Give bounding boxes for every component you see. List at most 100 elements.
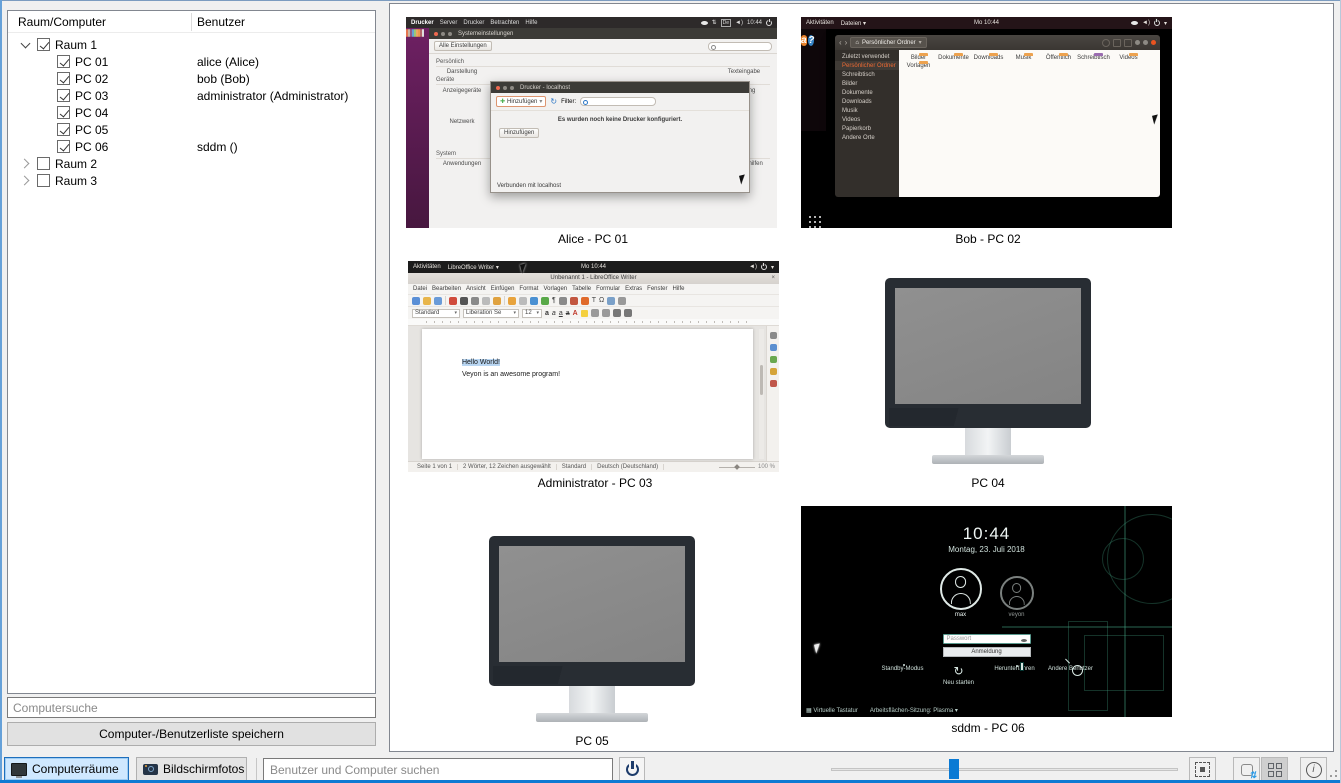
- tree-row-user: alice (Alice): [197, 55, 259, 69]
- status-item: Deutsch (Deutschland): [592, 464, 664, 470]
- autofit-icon-size-button[interactable]: [1189, 757, 1216, 782]
- highlight-color-icon: [581, 310, 588, 317]
- checkbox[interactable]: [57, 106, 70, 119]
- folder-item: Musik: [1006, 55, 1041, 61]
- filter-label: Filter:: [561, 99, 576, 105]
- computer-thumbnail-pc04[interactable]: PC 04: [801, 261, 1175, 490]
- sidebar-item: Persönlicher Ordner: [835, 61, 899, 70]
- headerbar-actions: [1102, 39, 1156, 47]
- checkbox[interactable]: [57, 89, 70, 102]
- strikethrough-icon: a: [566, 309, 570, 318]
- save-icon: [434, 297, 442, 305]
- folder-item: Öffentlich: [1041, 55, 1076, 61]
- tree-column-room-header[interactable]: Raum/Computer: [18, 15, 106, 29]
- tree-row-pc-06[interactable]: PC 06 sddm (): [8, 138, 375, 155]
- text-box-icon: T: [592, 297, 596, 305]
- tree-column-separator[interactable]: [191, 13, 192, 31]
- help-icon: ?: [808, 35, 814, 46]
- chevron-down-icon[interactable]: [20, 39, 32, 51]
- refresh-icon: ↻: [550, 97, 557, 106]
- monitor-base: [932, 455, 1044, 464]
- computer-thumbnail-pc02[interactable]: Mo 10:44 Aktivitäten Dateien ▾ ◄) ▾ a ?: [801, 17, 1175, 246]
- tree-row-pc-01[interactable]: PC 01 alice (Alice): [8, 53, 375, 70]
- volume-icon: ◄): [1142, 20, 1150, 26]
- menu-item: Hilfe: [673, 286, 685, 292]
- computer-search-input[interactable]: [7, 697, 376, 718]
- save-computer-list-button[interactable]: Computer-/Benutzerliste speichern: [7, 722, 376, 746]
- files-window: ‹ › ⌂Persönlicher Ordner▾ Zuletzt verwen…: [835, 35, 1160, 197]
- printer-dialog: Drucker - localhost ✚Hinzufügen▾ ↻ Filte…: [490, 81, 750, 193]
- computer-thumbnail-pc03[interactable]: Mo 10:44 Aktivitäten LibreOffice Writer …: [408, 261, 782, 490]
- menu-item: Datei: [413, 286, 427, 292]
- menu-item: Betrachten: [490, 20, 519, 26]
- computer-thumbnail-pc05[interactable]: PC 05: [405, 519, 779, 748]
- computer-tree-panel: Raum/Computer Benutzer Raum 1 PC 01 alic…: [7, 10, 376, 694]
- align-to-grid-button[interactable]: [1261, 757, 1288, 782]
- shutdown-action: Herunterfahren: [992, 664, 1038, 687]
- sidebar-item: Dokumente: [835, 88, 899, 97]
- tree-row-label: PC 05: [75, 123, 108, 137]
- icon-size-slider[interactable]: [831, 757, 1178, 781]
- zoom-controls: 100 %: [719, 464, 775, 470]
- custom-arrangement-button[interactable]: [1233, 757, 1260, 782]
- special-character-icon: Ω: [599, 297, 604, 305]
- tree-row-raum-2[interactable]: Raum 2: [8, 155, 375, 172]
- chevron-right-icon[interactable]: [20, 175, 32, 187]
- password-placeholder: Passwort: [947, 636, 972, 642]
- checkbox[interactable]: [57, 123, 70, 136]
- computer-thumbnail-pc01[interactable]: DruckerServerDruckerBetrachtenHilfe ⇅ De…: [406, 17, 780, 246]
- tree-column-user-header[interactable]: Benutzer: [197, 15, 245, 29]
- power-icon: [625, 762, 640, 777]
- screenshot-pc03: Mo 10:44 Aktivitäten LibreOffice Writer …: [408, 261, 779, 472]
- app-grid-icon: [809, 216, 811, 218]
- tree-row-pc-02[interactable]: PC 02 bob (Bob): [8, 70, 375, 87]
- spelling-icon: [541, 297, 549, 305]
- tree-row-raum-3[interactable]: Raum 3: [8, 172, 375, 189]
- checkbox[interactable]: [37, 157, 50, 170]
- zoom-slider-handle[interactable]: [949, 759, 959, 779]
- monitor-icon: [885, 278, 1091, 464]
- tree-row-pc-03[interactable]: PC 03 administrator (Administrator): [8, 87, 375, 104]
- computer-thumbnail-pc06[interactable]: 10:44 Montag, 23. Juli 2018 max veyon Pa…: [801, 506, 1175, 735]
- all-settings-button: Alle Einstellungen: [434, 41, 492, 51]
- computer-rooms-button[interactable]: Computerräume: [4, 757, 129, 781]
- close-icon: [1151, 40, 1156, 45]
- monitor-stand: [569, 686, 615, 713]
- resize-grip[interactable]: [1335, 775, 1337, 777]
- tree-row-label: PC 03: [75, 89, 108, 103]
- checkbox[interactable]: [37, 38, 50, 51]
- power-control-button[interactable]: [619, 757, 645, 781]
- about-button[interactable]: [1300, 757, 1327, 782]
- section-label: Persönlich: [436, 59, 770, 67]
- tree-row-user: sddm (): [197, 140, 238, 154]
- user-computer-search-input[interactable]: [263, 758, 613, 781]
- camera-icon: [143, 764, 158, 775]
- filter-field: [580, 97, 656, 106]
- numbered-list-icon: [602, 309, 610, 317]
- menu-item: Tabelle: [572, 286, 591, 292]
- power-icon: [766, 20, 772, 26]
- redo-icon: [519, 297, 527, 305]
- italic-icon: a: [552, 309, 556, 318]
- checkbox[interactable]: [57, 72, 70, 85]
- files-content: Bilder Dokumente Downloads Musik Öffentl…: [899, 50, 1160, 197]
- checkbox[interactable]: [37, 174, 50, 187]
- footnote-icon: [618, 297, 626, 305]
- slider-groove[interactable]: [831, 768, 1178, 771]
- chevron-right-icon[interactable]: [20, 158, 32, 170]
- screenshots-button[interactable]: Bildschirmfotos: [136, 757, 247, 781]
- tree-row-pc-05[interactable]: PC 05: [8, 121, 375, 138]
- network-icon: ⇅: [712, 19, 717, 26]
- align-center-icon: [624, 309, 632, 317]
- home-icon: ⌂: [855, 40, 859, 46]
- button-label: Bildschirmfotos: [163, 762, 244, 776]
- monitor-icon: [489, 536, 695, 722]
- checkbox[interactable]: [57, 140, 70, 153]
- checkbox[interactable]: [57, 55, 70, 68]
- sidebar-item: Andere Orte: [835, 133, 899, 142]
- export-pdf-icon: [449, 297, 457, 305]
- tree-row-raum-1[interactable]: Raum 1: [8, 36, 375, 53]
- login-button: Anmeldung: [943, 647, 1031, 657]
- amazon-icon: a: [801, 35, 807, 46]
- tree-row-pc-04[interactable]: PC 04: [8, 104, 375, 121]
